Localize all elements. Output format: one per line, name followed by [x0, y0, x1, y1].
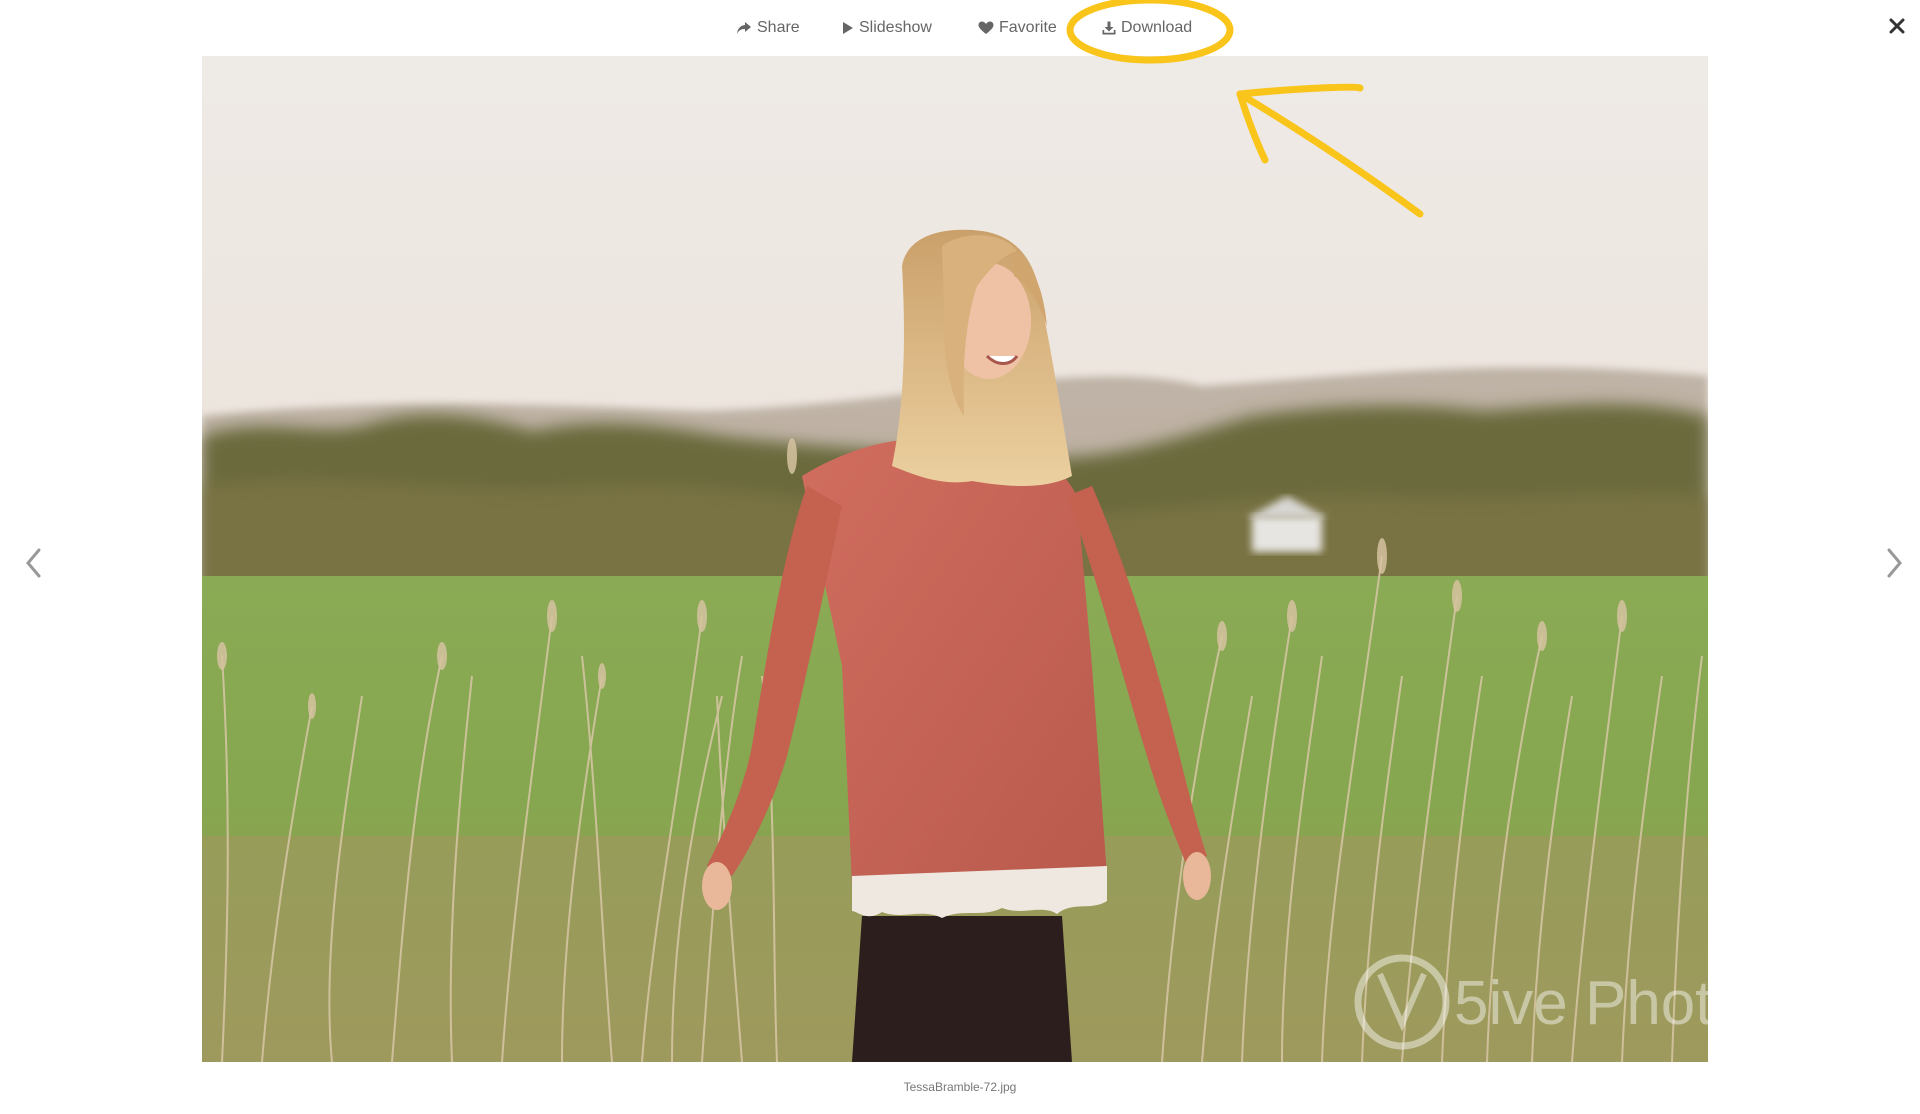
download-button[interactable]: Download: [1102, 16, 1192, 40]
lightbox-toolbar: Share Slideshow Favorite Download: [0, 0, 1920, 56]
main-photo: 5ive Photo: [202, 56, 1708, 1062]
chevron-left-icon: [22, 548, 46, 584]
download-icon: [1102, 21, 1116, 35]
slideshow-label: Slideshow: [859, 19, 932, 36]
watermark-text: 5ive Photo: [1454, 969, 1708, 1038]
heart-icon: [978, 21, 994, 35]
chevron-right-icon: [1882, 548, 1906, 584]
play-icon: [842, 21, 854, 35]
favorite-button[interactable]: Favorite: [978, 16, 1057, 40]
share-icon: [736, 21, 752, 35]
close-icon: [1886, 18, 1908, 41]
share-button[interactable]: Share: [736, 16, 800, 40]
previous-photo-button[interactable]: [22, 546, 46, 580]
download-label: Download: [1121, 19, 1193, 36]
slideshow-button[interactable]: Slideshow: [842, 16, 932, 40]
favorite-label: Favorite: [999, 19, 1057, 36]
share-label: Share: [757, 19, 800, 36]
close-button[interactable]: [1886, 15, 1908, 37]
next-photo-button[interactable]: [1882, 546, 1906, 580]
photo-filename: TessaBramble-72.jpg: [903, 1080, 1017, 1094]
